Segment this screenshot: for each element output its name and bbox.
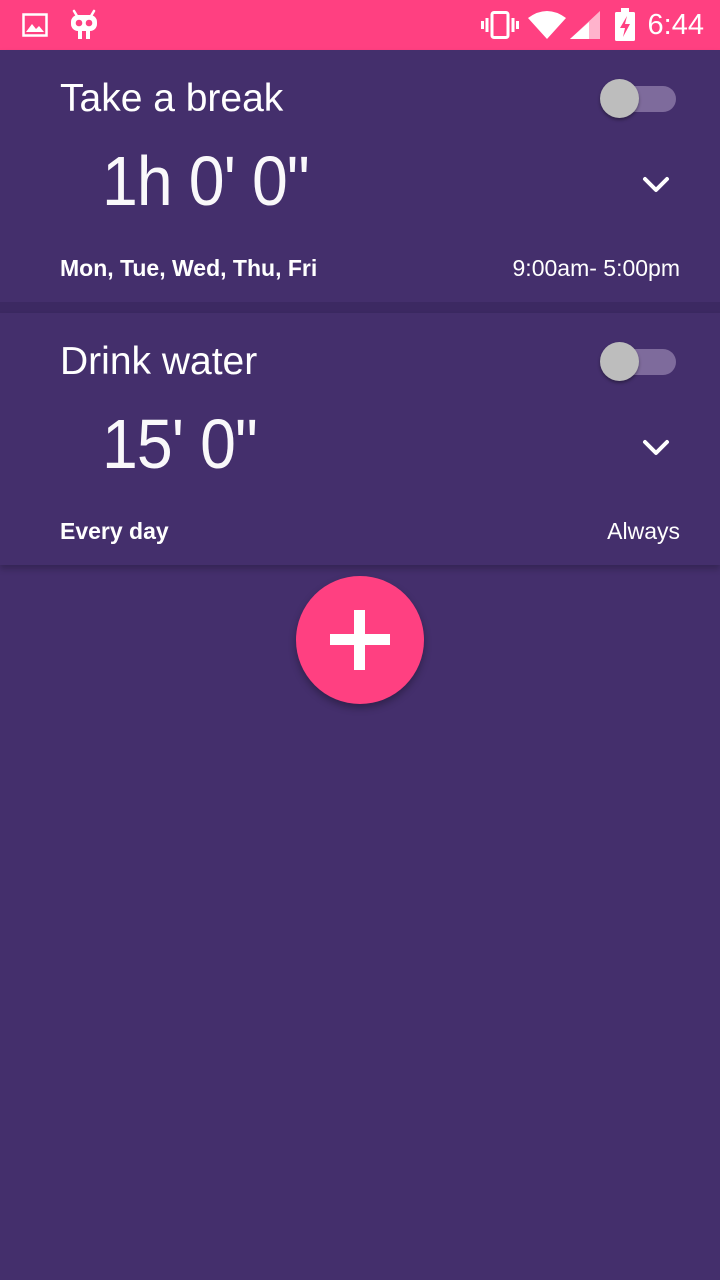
status-bar: 6:44 <box>0 0 720 50</box>
battery-charging-icon <box>615 8 635 41</box>
reminder-duration: 15' 0" <box>102 401 270 487</box>
reminder-hours: Always <box>607 518 680 544</box>
cell-signal-icon <box>570 11 600 39</box>
duration-text: 15' 0" <box>102 405 258 483</box>
reminder-days: Every day <box>60 518 169 544</box>
duration-text: 1h 0' 0" <box>102 142 310 220</box>
reminder-card[interactable]: Drink water 15' 0" Every day Always <box>0 313 720 565</box>
reminder-title: Take a break <box>60 77 284 120</box>
toggle-thumb <box>600 342 639 381</box>
android-robot-icon <box>71 9 97 39</box>
chevron-down-icon[interactable] <box>636 170 676 200</box>
status-time: 6:44 <box>647 9 704 41</box>
reminder-toggle[interactable] <box>600 78 676 118</box>
card-divider <box>0 302 720 313</box>
reminder-card[interactable]: Take a break 1h 0' 0" Mon, Tue, Wed, Thu… <box>0 50 720 302</box>
add-reminder-button[interactable] <box>296 576 424 704</box>
vibrate-icon <box>481 11 519 39</box>
image-icon <box>22 13 48 37</box>
reminder-hours: 9:00am- 5:00pm <box>512 255 680 281</box>
toggle-thumb <box>600 79 639 118</box>
reminder-days: Mon, Tue, Wed, Thu, Fri <box>60 255 318 281</box>
reminder-toggle[interactable] <box>600 341 676 381</box>
reminder-title: Drink water <box>60 340 258 383</box>
reminder-duration: 1h 0' 0" <box>102 138 327 224</box>
chevron-down-icon[interactable] <box>636 433 676 463</box>
plus-icon-vertical <box>354 610 365 670</box>
wifi-icon <box>528 11 566 39</box>
